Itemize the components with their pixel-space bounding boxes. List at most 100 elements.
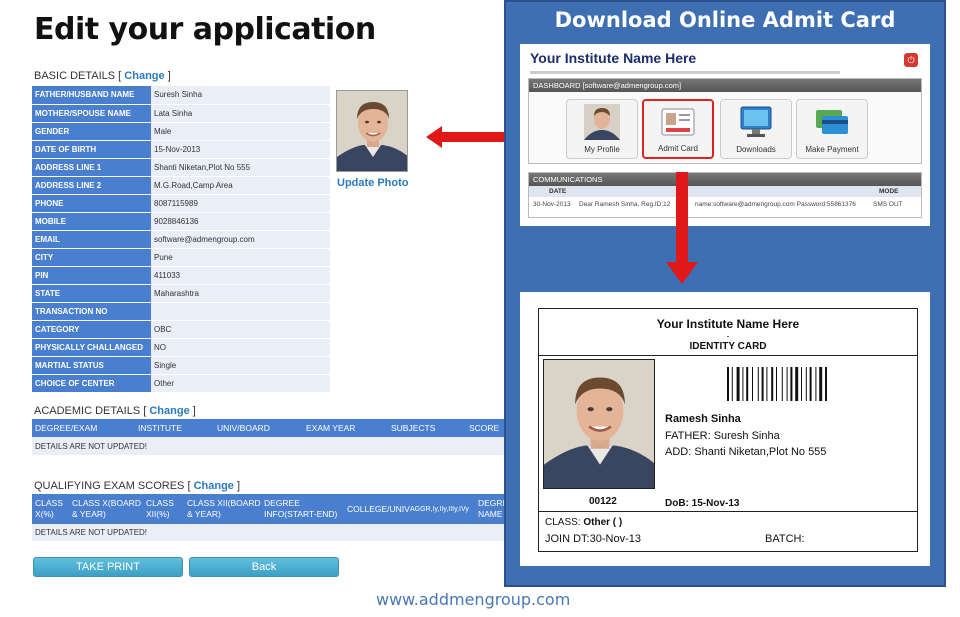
admit-card-panel: Download Online Admit Card Your Institut… — [504, 0, 946, 587]
basic-details-heading: BASIC DETAILS [ Change ] — [34, 70, 171, 82]
card-divider-bottom — [539, 511, 917, 512]
basic-details-label: BASIC DETAILS — [34, 70, 116, 82]
qual-col-college: COLLEGE/UNIV — [347, 504, 410, 514]
basic-detail-value: 411033 — [151, 266, 330, 286]
barcode-bar — [742, 367, 744, 401]
basic-detail-value: 15-Nov-2013 — [151, 140, 330, 159]
comm-row-message-2: name:software@admengroup.com Password:55… — [695, 201, 856, 208]
basic-detail-value: Maharashtra — [151, 284, 330, 304]
basic-detail-label: CHOICE OF CENTER — [32, 374, 151, 394]
basic-detail-label: ADDRESS LINE 1 — [32, 158, 151, 177]
academic-col-board: UNIV/BOARD — [217, 423, 270, 433]
footer-url: www.addmengroup.com — [376, 590, 571, 609]
dashboard-header: DASHBOARD [software@admengroup.com] — [529, 79, 921, 92]
comm-row: 30-Nov-2013 Dear Ramesh Sinha, Reg.ID:12… — [529, 197, 921, 211]
barcode-bar — [795, 367, 799, 401]
basic-detail-label: GENDER — [32, 122, 151, 141]
card-title: IDENTITY CARD — [689, 341, 767, 352]
communications-header: COMMUNICATIONS — [529, 173, 921, 186]
communications-box: COMMUNICATIONS DATE MODE 30-Nov-2013 Dea… — [528, 172, 922, 218]
qualifying-change-link[interactable]: Change — [194, 480, 234, 492]
basic-detail-value: 8087115989 — [151, 194, 330, 213]
basic-detail-row: EMAIL software@admengroup.com — [32, 230, 330, 249]
academic-col-score: SCORE — [469, 423, 500, 433]
card-class-value: Other ( ) — [583, 517, 623, 528]
comm-row-mode: SMS OUT — [873, 201, 903, 208]
barcode-bar — [825, 367, 827, 401]
back-button[interactable]: Back — [189, 557, 339, 577]
academic-details-change-link[interactable]: Change — [149, 405, 189, 417]
basic-detail-value: software@admengroup.com — [151, 230, 330, 249]
basic-detail-row: ADDRESS LINE 1 Shanti Niketan,Plot No 555 — [32, 158, 330, 177]
basic-detail-row: CHOICE OF CENTER Other — [32, 374, 330, 394]
tile-label: Admit Card — [657, 144, 698, 153]
tile-make-payment[interactable]: Make Payment — [796, 99, 868, 159]
page-title: Edit your application — [34, 12, 376, 47]
qual-col-classx: CLASS X(%) — [35, 498, 63, 519]
credit-card-icon — [814, 104, 850, 140]
dashboard-institute-name: Your Institute Name Here — [530, 50, 697, 66]
basic-detail-row: GENDER Male — [32, 122, 330, 141]
barcode-bar — [815, 367, 817, 401]
identity-card-preview: Your Institute Name Here - IDENTITY CARD — [520, 292, 930, 566]
barcode-bar — [757, 367, 759, 401]
basic-detail-label: PHONE — [32, 194, 151, 213]
basic-detail-label: ADDRESS LINE 2 — [32, 176, 151, 195]
update-photo-link[interactable]: Update Photo — [337, 177, 409, 189]
basic-detail-value: 9028846136 — [151, 212, 330, 231]
power-icon[interactable]: ⏻ — [904, 53, 918, 67]
basic-detail-row: MARTIAL STATUS Single — [32, 356, 330, 376]
basic-detail-value — [151, 302, 330, 322]
basic-detail-row: MOTHER/SPOUSE NAME Lata Sinha — [32, 104, 330, 123]
academic-col-year: EXAM YEAR — [306, 423, 356, 433]
barcode-bar — [776, 367, 777, 401]
basic-detail-row: PHONE 8087115989 — [32, 194, 330, 213]
card-address: ADD: Shanti Niketan,Plot No 555 — [665, 446, 827, 458]
arrow-down-icon — [666, 172, 698, 284]
academic-details-label: ACADEMIC DETAILS — [34, 405, 141, 417]
basic-detail-label: STATE — [32, 284, 151, 304]
basic-detail-label: CITY — [32, 248, 151, 267]
basic-detail-label: EMAIL — [32, 230, 151, 249]
qualifying-label: QUALIFYING EXAM SCORES — [34, 480, 185, 492]
barcode-bar — [766, 367, 768, 401]
barcode-bar — [809, 367, 812, 401]
card-divider-top — [539, 355, 917, 356]
basic-detail-value: M.G.Road,Camp Area — [151, 176, 330, 195]
academic-col-institute: INSTITUTE — [138, 423, 182, 433]
barcode-bar — [819, 367, 823, 401]
identity-card: Your Institute Name Here - IDENTITY CARD — [538, 308, 918, 552]
basic-detail-value: Single — [151, 356, 330, 376]
applicant-photo — [336, 90, 408, 172]
academic-header-row: DEGREE/EXAM INSTITUTE UNIV/BOARD EXAM YE… — [32, 419, 504, 437]
tile-downloads[interactable]: Downloads — [720, 99, 792, 159]
basic-detail-row: CATEGORY OBC — [32, 320, 330, 340]
take-print-button[interactable]: TAKE PRINT — [33, 557, 183, 577]
basic-details-table: FATHER/HUSBAND NAME Suresh Sinha MOTHER/SP… — [32, 86, 330, 394]
id-card-icon — [660, 105, 696, 141]
barcode-bar — [736, 367, 740, 401]
basic-detail-row: ADDRESS LINE 2 M.G.Road,Camp Area — [32, 176, 330, 195]
barcode-bar — [805, 367, 807, 401]
card-institute-name: Your Institute Name Here — [656, 317, 800, 331]
basic-detail-label: MOBILE — [32, 212, 151, 231]
basic-detail-label: MOTHER/SPOUSE NAME — [32, 104, 151, 123]
basic-detail-value: Lata Sinha — [151, 104, 330, 123]
comm-col-row: DATE MODE — [529, 186, 921, 197]
tile-my-profile[interactable]: My Profile — [566, 99, 638, 159]
tile-label: My Profile — [584, 145, 620, 154]
basic-detail-label: PIN — [32, 266, 151, 286]
tile-label: Make Payment — [805, 145, 859, 154]
academic-col-degree: DEGREE/EXAM — [35, 423, 98, 433]
barcode — [727, 367, 851, 401]
barcode-bar — [731, 367, 733, 401]
barcode-bar — [761, 367, 764, 401]
qual-col-classxii-board: CLASS XII(BOARD & YEAR) — [187, 498, 261, 519]
qualifying-header-row: CLASS X(%) CLASS X(BOARD & YEAR) CLASS XII(… — [32, 494, 505, 524]
basic-detail-label: TRANSACTION NO — [32, 302, 151, 322]
card-student-name: Ramesh Sinha — [665, 413, 741, 425]
tile-admit-card[interactable]: Admit Card — [642, 99, 714, 159]
basic-detail-label: PHYSICALLY CHALLANGED — [32, 338, 151, 358]
basic-detail-row: STATE Maharashtra — [32, 284, 330, 304]
basic-details-change-link[interactable]: Change — [124, 70, 164, 82]
